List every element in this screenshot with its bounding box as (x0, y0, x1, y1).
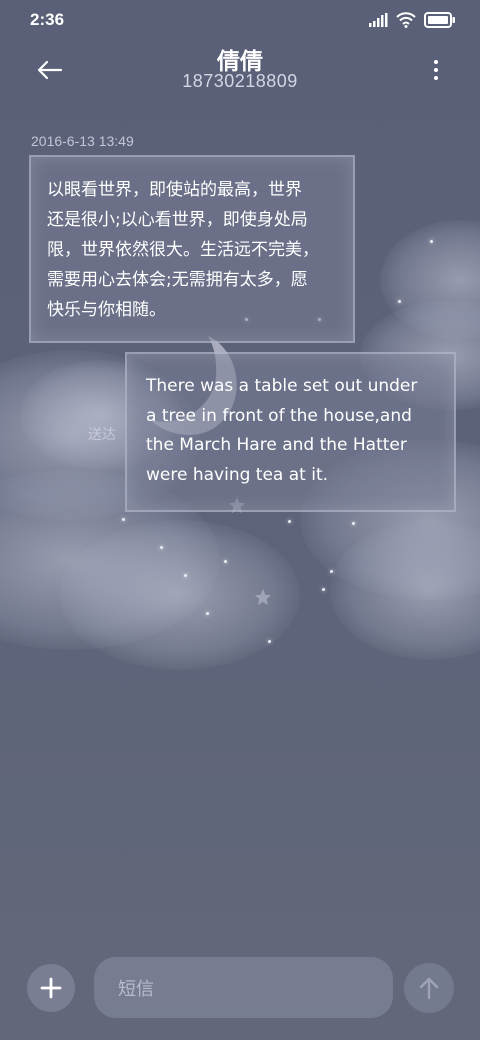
plus-icon (40, 977, 62, 999)
more-vertical-icon-dot (434, 76, 438, 80)
status-icons (368, 12, 456, 28)
message-timestamp: 2016-6-13 13:49 (31, 133, 134, 149)
message-line: 以眼看世界，即使站的最高，世界 (47, 180, 302, 200)
message-input[interactable]: 短信 (94, 957, 393, 1018)
message-line: a tree in front of the house,and (146, 405, 412, 426)
status-bar: 2:36 (0, 0, 480, 40)
message-input-placeholder: 短信 (118, 978, 154, 1000)
more-options-button[interactable] (428, 52, 444, 88)
conversation-header: 倩倩 18730218809 (0, 40, 480, 110)
message-line: 还是很小;以心看世界，即使身处局 (47, 210, 308, 230)
message-line: 限，世界依然很大。生活远不完美， (47, 240, 319, 260)
incoming-message-bubble[interactable]: 以眼看世界，即使站的最高，世界 还是很小;以心看世界，即使身处局 限，世界依然很… (29, 155, 355, 343)
message-line: There was a table set out under (146, 376, 418, 396)
signal-icon (369, 13, 388, 27)
outgoing-message-bubble[interactable]: There was a table set out under a tree i… (125, 352, 456, 512)
more-vertical-icon-dot (434, 68, 438, 72)
message-line: the March Hare and the Hatter (146, 435, 407, 455)
message-line: were having tea at it. (146, 464, 329, 485)
arrow-up-icon (419, 977, 439, 1000)
wifi-icon (396, 12, 416, 28)
message-line: 快乐与你相随。 (47, 300, 166, 320)
delivery-status: 送达 (88, 427, 116, 443)
add-attachment-button[interactable] (27, 964, 75, 1012)
star-shape-icon (254, 588, 272, 606)
send-button[interactable] (404, 963, 454, 1013)
contact-phone-number: 18730218809 (182, 71, 298, 91)
status-time: 2:36 (30, 10, 65, 29)
more-vertical-icon-dot (434, 60, 438, 64)
battery-icon (424, 12, 455, 28)
message-line: 需要用心去体会;无需拥有太多，愿 (47, 270, 308, 290)
